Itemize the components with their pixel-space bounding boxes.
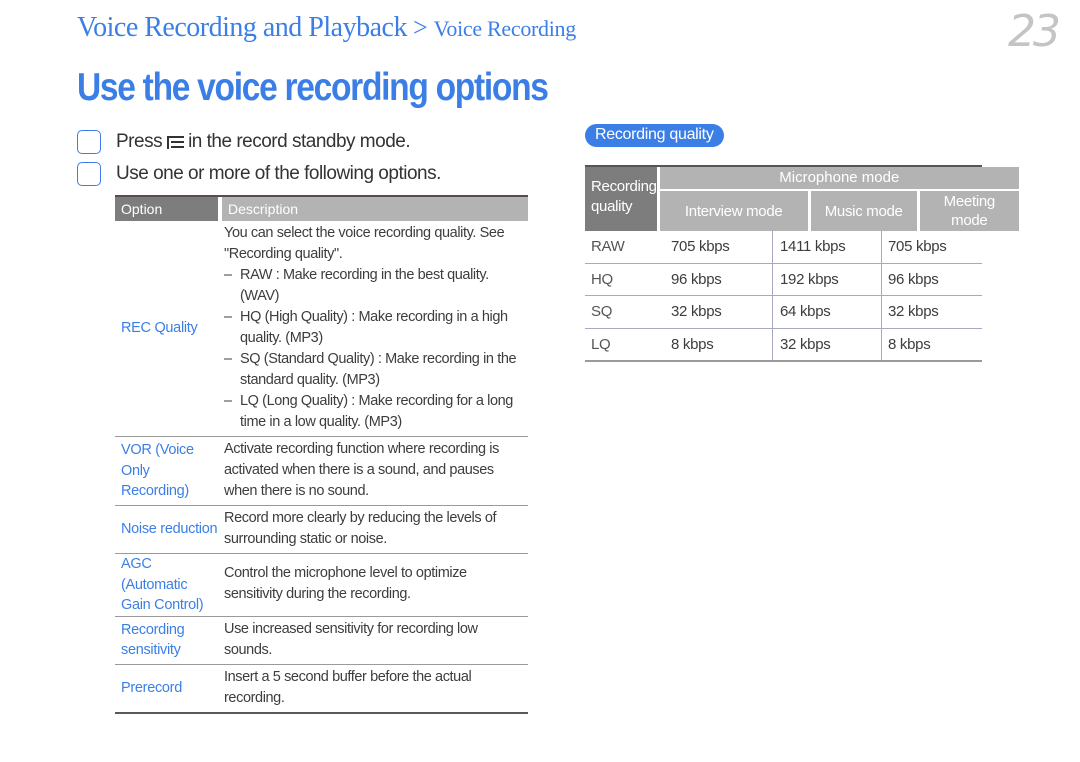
header-meeting-mode: Meeting mode xyxy=(919,191,1019,231)
menu-icon xyxy=(167,135,185,149)
table-row: LQ 8 kbps 32 kbps 8 kbps xyxy=(585,328,982,362)
table-row: HQ 96 kbps 192 kbps 96 kbps xyxy=(585,263,982,296)
header-music-mode: Music mode xyxy=(810,191,917,231)
quality-label: LQ xyxy=(591,335,611,353)
option-name: Recording sensitivity xyxy=(121,621,185,659)
list-item: – LQ (Long Quality) : Make recording for … xyxy=(224,391,528,433)
table-row: RAW 705 kbps 1411 kbps 705 kbps xyxy=(585,231,982,264)
breadcrumb-subsection: Voice Recording xyxy=(433,16,577,41)
option-name: Prerecord xyxy=(121,679,182,696)
step-number-box xyxy=(77,130,101,154)
step-number-box xyxy=(77,162,101,186)
quality-label: RAW xyxy=(591,238,625,256)
page-title: Use the voice recording options xyxy=(77,66,549,109)
interview-value: 32 kbps xyxy=(671,303,722,321)
interview-value: 96 kbps xyxy=(671,270,722,288)
table-row: Prerecord Insert a 5 second buffer befor… xyxy=(115,665,528,714)
list-item: – HQ (High Quality) : Make recording in a… xyxy=(224,307,528,349)
option-description: Activate recording function where record… xyxy=(224,441,499,499)
music-value: 64 kbps xyxy=(772,296,881,328)
breadcrumb-section: Voice Recording and Playback xyxy=(77,12,407,43)
header-microphone-group: Microphone mode Interview mode Music mod… xyxy=(659,167,1019,231)
recording-quality-table: Recording quality Microphone mode Interv… xyxy=(585,165,1019,362)
meeting-value: 96 kbps xyxy=(881,263,982,295)
list-item: – SQ (Standard Quality) : Make recording … xyxy=(224,349,528,391)
breadcrumb-separator: > xyxy=(412,13,428,42)
music-value: 192 kbps xyxy=(772,263,881,295)
interview-value: 705 kbps xyxy=(671,238,730,256)
option-name: AGC (Automatic Gain Control) xyxy=(121,556,204,613)
step-text: Use one or more of the following options… xyxy=(116,163,441,184)
list-item-text: HQ (High Quality) : Make recording in a … xyxy=(240,309,508,346)
table-row: VOR (Voice Only Recording) Activate reco… xyxy=(115,437,528,506)
table-row: REC Quality You can select the voice rec… xyxy=(115,221,528,437)
description-text: You can select the voice recording quali… xyxy=(224,225,505,262)
interview-value: 8 kbps xyxy=(671,335,714,353)
music-value: 32 kbps xyxy=(772,328,881,360)
header-interview-mode: Interview mode xyxy=(659,191,808,231)
options-table-header: Option Description xyxy=(115,195,528,221)
list-item: – RAW : Make recording in the best qualit… xyxy=(224,265,528,307)
recording-quality-header: Recording quality Microphone mode Interv… xyxy=(585,165,1019,231)
header-description: Description xyxy=(222,197,528,221)
table-row: Noise reduction Record more clearly by r… xyxy=(115,506,528,554)
option-description: Record more clearly by reducing the leve… xyxy=(224,510,497,547)
meeting-value: 705 kbps xyxy=(881,231,982,263)
option-name: Noise reduction xyxy=(121,521,218,538)
step-2: Use one or more of the following options… xyxy=(77,160,441,188)
table-row: Recording sensitivity Use increased sens… xyxy=(115,617,528,665)
step-1: Press in the record standby mode. xyxy=(77,128,411,156)
step-text-before: Press xyxy=(116,131,163,152)
section-badge: Recording quality xyxy=(585,124,724,147)
table-row: AGC (Automatic Gain Control) Control the… xyxy=(115,554,528,617)
list-item-text: LQ (Long Quality) : Make recording for a… xyxy=(240,393,513,430)
list-item-text: SQ (Standard Quality) : Make recording i… xyxy=(240,351,517,388)
header-modes: Interview mode Music mode Meeting mode xyxy=(659,191,1019,231)
options-table: Option Description REC Quality You can s… xyxy=(115,195,528,714)
option-description: You can select the voice recording quali… xyxy=(224,221,528,436)
option-description: Use increased sensitivity for recording … xyxy=(224,620,478,658)
quality-label: HQ xyxy=(591,270,613,288)
breadcrumb: Voice Recording and Playback > Voice Recor… xyxy=(77,12,576,44)
option-description: Control the microphone level to optimize… xyxy=(224,565,467,603)
page-number: 23 xyxy=(1008,6,1061,57)
meeting-value: 8 kbps xyxy=(881,328,982,360)
quality-label: SQ xyxy=(591,303,613,321)
table-row: SQ 32 kbps 64 kbps 32 kbps xyxy=(585,296,982,329)
step-text-after: in the record standby mode. xyxy=(188,131,411,152)
header-microphone-mode: Microphone mode xyxy=(659,167,1019,189)
list-item-text: RAW : Make recording in the best quality… xyxy=(240,267,489,304)
step-text: Press in the record standby mode. xyxy=(116,131,411,153)
option-name: REC Quality xyxy=(121,320,198,337)
option-description: Insert a 5 second buffer before the actu… xyxy=(224,668,472,706)
meeting-value: 32 kbps xyxy=(881,296,982,328)
header-recording-quality: Recording quality xyxy=(585,167,657,231)
header-option: Option xyxy=(115,197,218,221)
music-value: 1411 kbps xyxy=(772,231,881,263)
option-name: VOR (Voice Only Recording) xyxy=(121,442,194,500)
